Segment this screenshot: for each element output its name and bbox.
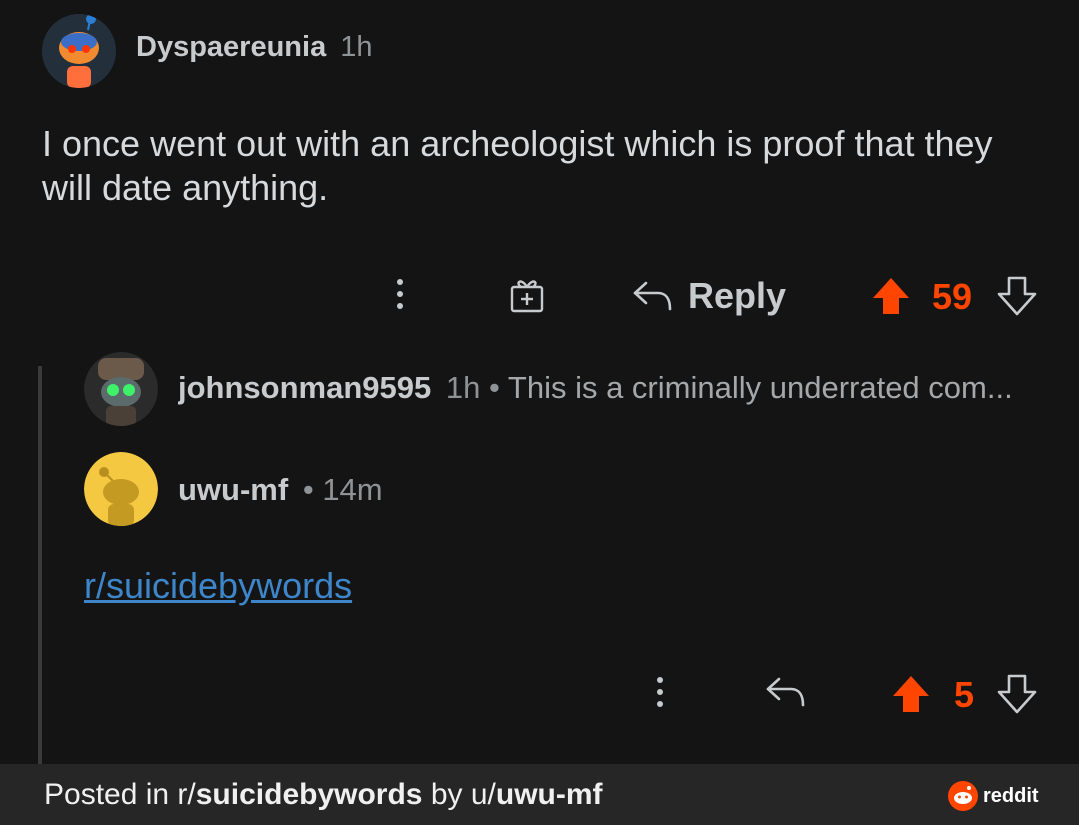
reddit-wordmark: reddit	[983, 784, 1039, 807]
comment-reply-button[interactable]: Reply	[632, 274, 786, 318]
reply-score: 5	[954, 674, 975, 715]
comment-body: I once went out with an archeologist whi…	[42, 123, 993, 208]
upvote-arrow-icon	[893, 676, 929, 712]
comment-score: 59	[932, 276, 973, 317]
avatar-dyspaereunia[interactable]	[42, 14, 116, 88]
downvote-arrow-icon	[997, 276, 1037, 316]
reply-arrow-icon	[766, 677, 805, 707]
reply-label: Reply	[688, 275, 787, 316]
comment-more-button[interactable]	[390, 276, 410, 312]
comment-downvote-button[interactable]	[996, 274, 1038, 318]
more-vert-icon	[397, 279, 403, 285]
footer-subreddit[interactable]: suicidebywords	[196, 778, 423, 811]
reply-downvote-button[interactable]	[996, 672, 1038, 716]
more-vert-icon	[657, 677, 663, 683]
separator-dot: •	[302, 472, 314, 507]
reply-author[interactable]: uwu-mf	[178, 472, 288, 507]
subreddit-link[interactable]: r/suicidebywords	[84, 565, 352, 607]
footer-user[interactable]: uwu-mf	[496, 778, 603, 811]
avatar-uwu-mf[interactable]	[84, 452, 158, 526]
comment-header: Dyspaereunia 1h	[136, 31, 373, 64]
reply-time: 14m	[322, 472, 383, 507]
collapsed-reply-preview: This is a criminally underrated com...	[507, 370, 1013, 405]
comment-author[interactable]: Dyspaereunia	[136, 31, 326, 63]
posted-in-label: Posted in r/	[44, 778, 196, 811]
comment-award-button[interactable]	[504, 272, 550, 318]
reddit-brand[interactable]: reddit	[948, 781, 1039, 811]
thread-line[interactable]	[38, 366, 42, 764]
collapsed-reply-author[interactable]: johnsonman9595	[178, 370, 431, 405]
reply-reply-button[interactable]	[762, 672, 810, 712]
collapsed-reply-time: 1h	[445, 370, 481, 405]
comment-time: 1h	[340, 31, 373, 63]
comment-upvote-button[interactable]	[870, 274, 912, 318]
reply-more-button[interactable]	[650, 674, 670, 710]
reply-upvote-button[interactable]	[890, 672, 932, 716]
reddit-logo-icon	[948, 781, 978, 811]
reply-arrow-icon	[633, 281, 672, 311]
by-label: by u/	[430, 778, 496, 811]
collapsed-reply-row[interactable]: johnsonman9595 1h • This is a criminally…	[178, 370, 1038, 406]
share-footer: Posted in r/suicidebywords by u/uwu-mf r…	[0, 764, 1079, 825]
posted-in-text: Posted in r/suicidebywords by u/uwu-mf	[44, 778, 603, 812]
downvote-arrow-icon	[997, 674, 1037, 714]
reply-header: uwu-mf • 14m	[178, 472, 383, 508]
avatar-johnsonman9595[interactable]	[84, 352, 158, 426]
separator-dot: •	[488, 370, 500, 405]
gift-award-icon	[510, 280, 544, 313]
upvote-arrow-icon	[873, 278, 909, 314]
